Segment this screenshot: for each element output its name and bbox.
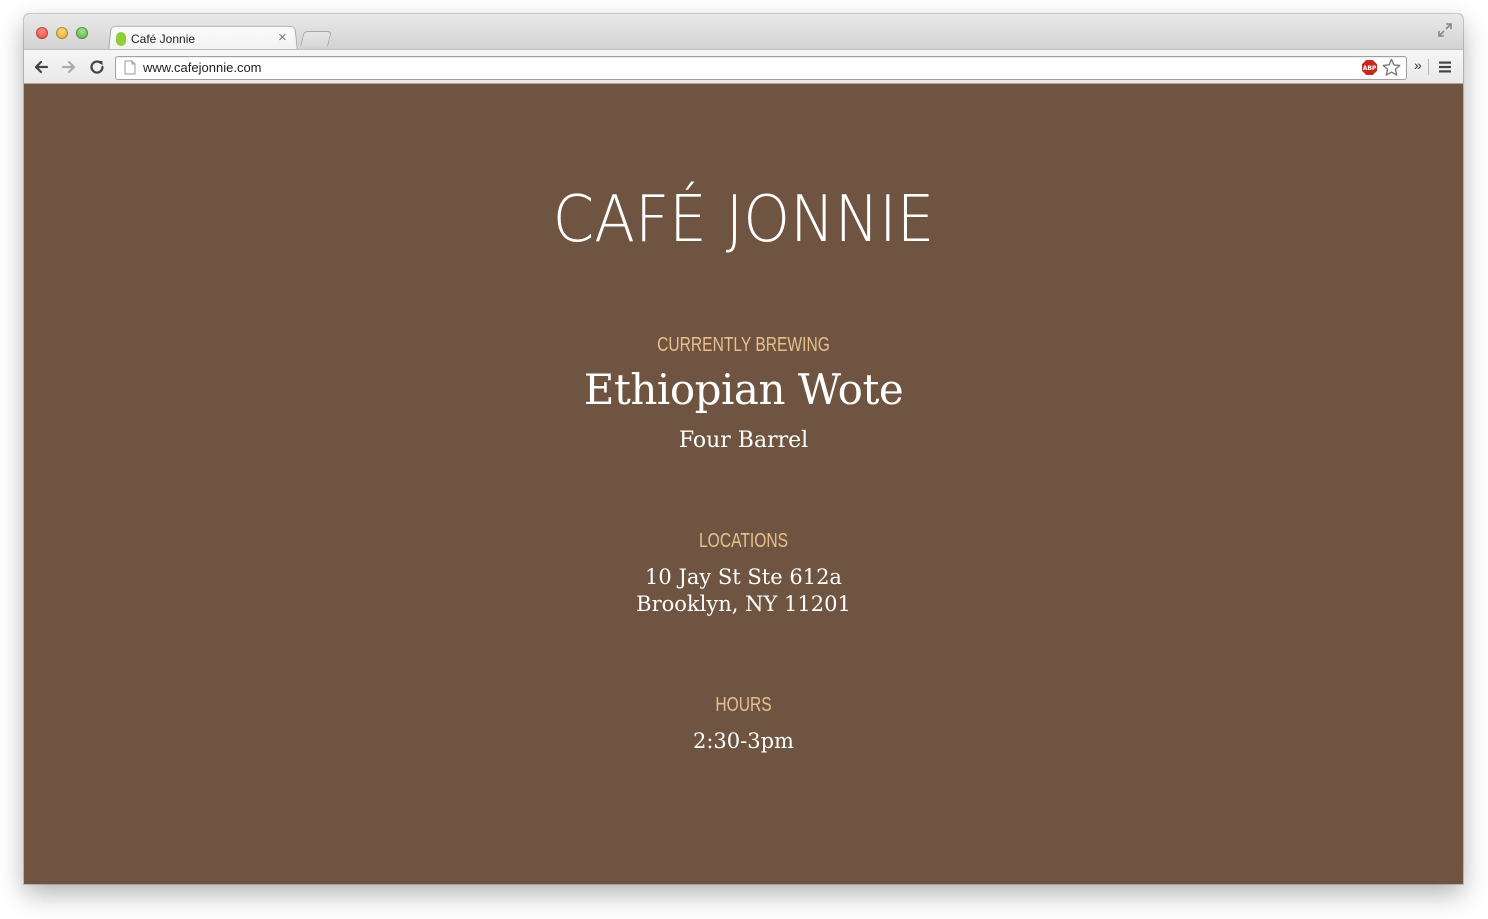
fullscreen-icon[interactable] bbox=[1437, 22, 1453, 38]
hours-label: HOURS bbox=[715, 694, 772, 716]
window-close-button[interactable] bbox=[36, 27, 48, 39]
new-tab-button[interactable] bbox=[300, 31, 332, 46]
address-line-2: Brooklyn, NY 11201 bbox=[636, 592, 851, 616]
address-bar[interactable]: www.cafejonnie.com ABP bbox=[115, 56, 1407, 80]
address-line-1: 10 Jay St Ste 612a bbox=[645, 565, 842, 589]
window-zoom-button[interactable] bbox=[76, 27, 88, 39]
favicon-icon bbox=[116, 32, 126, 46]
adblock-icon[interactable]: ABP bbox=[1361, 59, 1378, 76]
browser-tab[interactable]: Café Jonnie × bbox=[114, 26, 298, 50]
hours-text: 2:30-3pm bbox=[693, 729, 794, 753]
forward-arrow-icon[interactable] bbox=[60, 58, 78, 76]
locations-label: LOCATIONS bbox=[699, 530, 788, 552]
browser-toolbar: www.cafejonnie.com ABP » bbox=[24, 49, 1463, 84]
url-text[interactable]: www.cafejonnie.com bbox=[143, 60, 262, 75]
window-minimize-button[interactable] bbox=[56, 27, 68, 39]
tab-title: Café Jonnie bbox=[131, 32, 196, 46]
toolbar-divider bbox=[1428, 59, 1429, 75]
svg-text:ABP: ABP bbox=[1363, 65, 1377, 72]
bookmark-star-icon[interactable] bbox=[1382, 58, 1401, 77]
site-logo: CAFÉ JONNIE bbox=[552, 183, 935, 257]
title-bar: Café Jonnie × bbox=[24, 14, 1463, 51]
tab-close-icon[interactable]: × bbox=[278, 29, 287, 46]
roaster-name: Four Barrel bbox=[678, 428, 809, 453]
page-content: CAFÉ JONNIE CURRENTLY BREWING Ethiopian … bbox=[24, 84, 1463, 884]
currently-brewing-label: CURRENTLY BREWING bbox=[657, 334, 830, 356]
menu-icon[interactable] bbox=[1438, 60, 1452, 74]
reload-icon[interactable] bbox=[88, 58, 106, 76]
extensions-overflow-icon[interactable]: » bbox=[1414, 57, 1422, 73]
coffee-name: Ethiopian Wote bbox=[583, 365, 904, 414]
page-icon bbox=[124, 60, 136, 75]
back-arrow-icon[interactable] bbox=[32, 58, 50, 76]
browser-window: Café Jonnie × www.cafejonnie.com ABP » C… bbox=[24, 14, 1463, 884]
